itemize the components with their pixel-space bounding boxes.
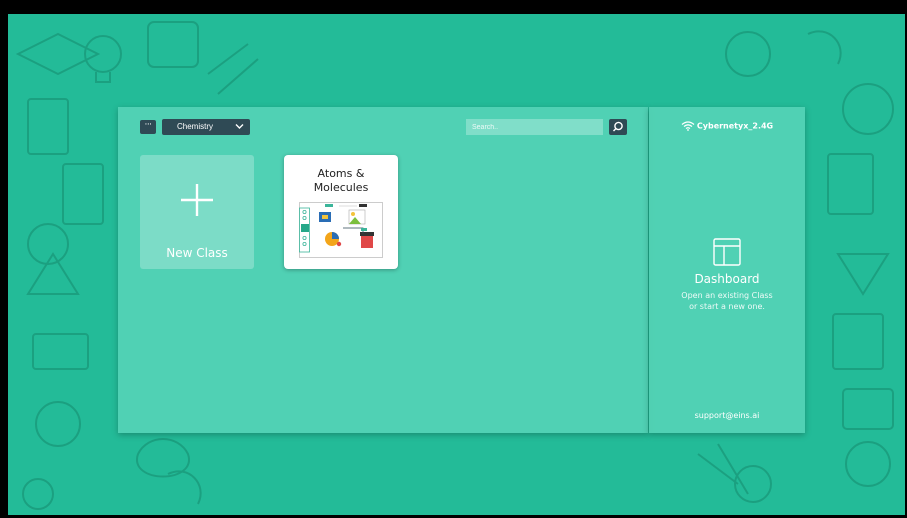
dashboard-title: Dashboard: [694, 272, 760, 286]
new-class-card[interactable]: New Class: [140, 155, 254, 269]
wifi-network-name: Cybernetyx_2.4G: [696, 121, 774, 131]
wifi-icon: [681, 121, 695, 131]
desktop-background: ··· Chemistry New Class Atoms & Molecule: [8, 14, 905, 515]
chevron-down-icon: [235, 124, 244, 129]
search-button[interactable]: [609, 119, 627, 135]
search-icon: [613, 121, 623, 132]
support-email[interactable]: support@eins.ai: [649, 411, 805, 420]
class-browser-panel: ··· Chemistry New Class Atoms & Molecule: [118, 107, 648, 433]
dashboard-icon: [713, 238, 741, 266]
class-card[interactable]: Atoms & Molecules: [284, 155, 398, 269]
class-thumbnail: [299, 202, 383, 258]
dashboard-subtitle: Open an existing Class or start a new on…: [681, 291, 773, 311]
new-class-label: New Class: [166, 246, 228, 260]
wifi-status: Cybernetyx_2.4G: [649, 121, 805, 131]
class-card-title: Atoms & Molecules: [313, 167, 369, 194]
more-icon: ···: [144, 120, 152, 130]
class-selector[interactable]: Chemistry: [162, 119, 250, 135]
search-input[interactable]: [466, 119, 603, 135]
dashboard-sidebar: Cybernetyx_2.4G Dashboard Open an existi…: [649, 107, 805, 433]
class-selector-value: Chemistry: [177, 122, 214, 131]
plus-icon: [181, 184, 213, 216]
more-menu-button[interactable]: ···: [140, 120, 156, 134]
